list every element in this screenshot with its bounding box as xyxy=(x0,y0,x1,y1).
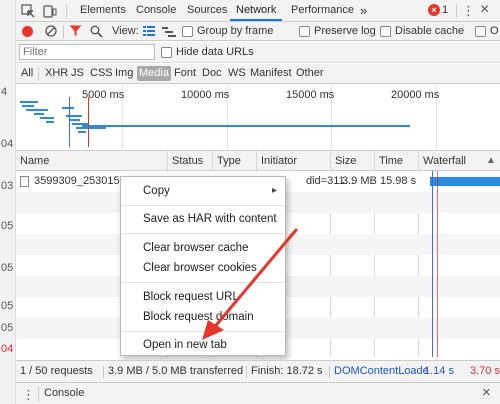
disable-cache-checkbox[interactable] xyxy=(380,26,391,37)
offline-checkbox[interactable] xyxy=(475,26,486,37)
type-font[interactable]: Font xyxy=(172,66,198,81)
column-header-status[interactable]: Status xyxy=(167,151,203,171)
search-icon[interactable] xyxy=(90,25,103,41)
gutter-label: 05 xyxy=(1,300,14,312)
type-manifest[interactable]: Manifest xyxy=(248,66,294,81)
column-header-time[interactable]: Time xyxy=(374,151,403,171)
type-css[interactable]: CSS xyxy=(88,66,115,81)
request-name: 3599309_2530152_l xyxy=(34,175,134,187)
error-count: 1 xyxy=(442,4,449,16)
tab-console[interactable]: Console xyxy=(130,0,182,21)
console-drawer: ⋮ Console × xyxy=(16,382,500,404)
error-icon[interactable]: × xyxy=(428,4,440,16)
type-all[interactable]: All xyxy=(19,66,35,81)
more-tabs-button[interactable]: » xyxy=(354,0,373,21)
group-by-frame-label: Group by frame xyxy=(197,25,274,37)
timeline-tick: 10000 ms xyxy=(181,89,230,101)
type-other[interactable]: Other xyxy=(294,66,326,81)
filter-icon[interactable] xyxy=(69,25,82,40)
large-rows-icon[interactable] xyxy=(143,26,155,40)
device-toolbar-icon[interactable] xyxy=(42,3,58,19)
close-drawer-icon[interactable]: × xyxy=(482,384,491,401)
sort-arrow-icon: ▲ xyxy=(486,155,496,166)
gutter-label: 4 xyxy=(1,86,8,98)
request-size: 3.9 MB xyxy=(342,175,377,187)
type-ws[interactable]: WS xyxy=(226,66,248,81)
drawer-tab-console[interactable]: Console xyxy=(44,387,84,399)
disable-cache-label: Disable cache xyxy=(395,25,465,37)
column-header-waterfall[interactable]: Waterfall xyxy=(418,151,466,171)
annotation-arrow-icon xyxy=(202,228,298,340)
type-js[interactable]: JS xyxy=(69,66,86,81)
column-header-size[interactable]: Size xyxy=(330,151,356,171)
menu-item-copy[interactable]: Copy ▸ xyxy=(121,182,285,200)
load-time: 3.70 s xyxy=(470,365,500,377)
close-devtools-icon[interactable]: × xyxy=(480,1,489,19)
record-icon[interactable] xyxy=(22,26,33,37)
dom-content-loaded-time: 1.14 s xyxy=(424,365,454,377)
offline-label: O xyxy=(490,25,499,37)
overview-icon[interactable] xyxy=(162,26,176,40)
requests-table-header: Name Status Type Initiator Size Time Wat… xyxy=(16,151,500,171)
tab-sources[interactable]: Sources xyxy=(181,0,233,21)
tab-performance[interactable]: Performance xyxy=(285,0,360,21)
waterfall-bar xyxy=(430,177,500,186)
request-count: 1 / 50 requests xyxy=(20,365,93,377)
type-img[interactable]: Img xyxy=(113,66,135,81)
type-xhr[interactable]: XHR xyxy=(43,66,70,81)
request-time: 15.98 s xyxy=(380,175,417,187)
network-status-bar: 1 / 50 requests 3.9 MB / 5.0 MB transfer… xyxy=(16,360,500,382)
view-label: View: xyxy=(112,25,139,37)
type-media[interactable]: Media xyxy=(137,66,171,81)
timeline-overview[interactable]: 5000 ms 10000 ms 15000 ms 20000 ms xyxy=(16,85,500,151)
drawer-menu-icon[interactable]: ⋮ xyxy=(22,387,35,403)
preserve-log-checkbox[interactable] xyxy=(299,26,310,37)
transferred-size: 3.9 MB / 5.0 MB transferred xyxy=(108,365,244,377)
timeline-tick: 20000 ms xyxy=(391,89,440,101)
hide-data-urls-checkbox[interactable] xyxy=(161,47,172,58)
dom-content-loaded: DOMContentLoade xyxy=(334,365,429,377)
inspect-element-icon[interactable] xyxy=(20,3,36,19)
more-menu-icon[interactable]: ⋮ xyxy=(462,3,475,19)
gutter-label: 04 xyxy=(1,138,14,150)
preserve-log-label: Preserve log xyxy=(314,25,376,37)
gutter-label: 05 xyxy=(1,262,14,274)
network-toolbar: View: Group by frame Preserve log Disabl… xyxy=(16,22,500,41)
page-gutter: 4 04 03 05 05 05 05 04 xyxy=(0,0,16,404)
clear-icon[interactable] xyxy=(45,25,57,40)
media-file-icon xyxy=(20,176,29,187)
tab-network[interactable]: Network xyxy=(230,0,283,21)
finish-time: Finish: 18.72 s xyxy=(251,365,323,377)
group-by-frame-checkbox[interactable] xyxy=(182,26,193,37)
filter-input[interactable] xyxy=(19,44,155,60)
timeline-tick: 15000 ms xyxy=(286,89,335,101)
submenu-arrow-icon: ▸ xyxy=(271,185,277,196)
type-doc[interactable]: Doc xyxy=(200,66,224,81)
gutter-label: 04 xyxy=(1,343,14,355)
gutter-label: 05 xyxy=(1,322,14,334)
column-header-initiator[interactable]: Initiator xyxy=(256,151,297,171)
gutter-label: 03 xyxy=(1,180,14,192)
column-header-type[interactable]: Type xyxy=(212,151,241,171)
devtools-tabbar: Elements Console Sources Network Perform… xyxy=(16,0,500,22)
hide-data-urls-label: Hide data URLs xyxy=(176,46,254,58)
filter-row: Hide data URLs xyxy=(16,42,500,63)
resource-type-filter: All XHR JS CSS Img Media Font Doc WS Man… xyxy=(16,64,500,84)
tab-elements[interactable]: Elements xyxy=(74,0,132,21)
menu-item-label: Copy xyxy=(143,185,170,197)
column-header-name[interactable]: Name xyxy=(16,151,49,171)
gutter-label: 05 xyxy=(1,220,14,232)
